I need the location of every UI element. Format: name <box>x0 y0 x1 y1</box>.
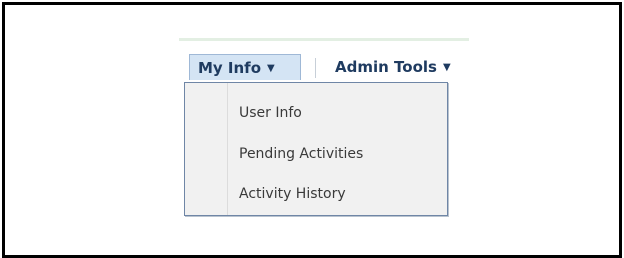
menu-separator <box>315 58 316 78</box>
my-info-dropdown: User Info Pending Activities Activity Hi… <box>184 82 448 216</box>
dropdown-item-activity-history[interactable]: Activity History <box>239 182 346 206</box>
menu-admin-tools[interactable]: Admin Tools ▼ <box>327 54 457 80</box>
chevron-down-icon: ▼ <box>267 63 275 74</box>
menubar: My Info ▼ Admin Tools ▼ <box>179 42 469 86</box>
menubar-top-rule <box>179 38 469 41</box>
dropdown-item-pending-activities[interactable]: Pending Activities <box>239 142 363 166</box>
menu-my-info[interactable]: My Info ▼ <box>189 54 301 80</box>
menu-admin-tools-label: Admin Tools <box>335 58 437 76</box>
dropdown-item-user-info[interactable]: User Info <box>239 101 302 125</box>
menu-my-info-label: My Info <box>198 59 262 77</box>
dropdown-icon-gutter <box>185 83 228 215</box>
chevron-down-icon: ▼ <box>442 62 451 73</box>
